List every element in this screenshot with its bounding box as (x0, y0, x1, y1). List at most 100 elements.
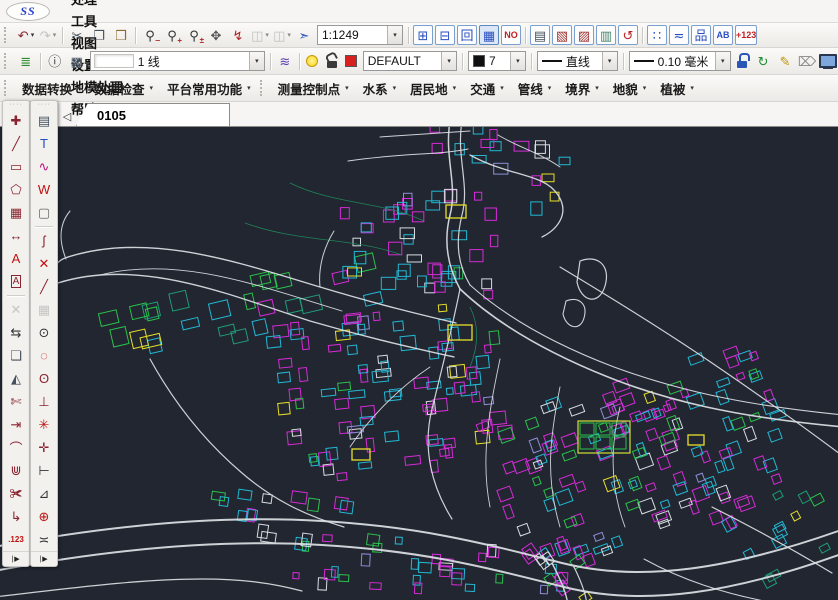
plot-point-button[interactable]: ✚ (3, 109, 29, 132)
dropdown-caret-icon[interactable]: ▾ (441, 52, 456, 70)
info-button[interactable]: ⓘ (45, 51, 65, 71)
w-symbol-button[interactable]: W (31, 178, 57, 201)
toolbar-handle[interactable]: ···· (31, 102, 57, 109)
layer-manager-button[interactable]: ≋ (275, 51, 295, 71)
draw-rect-button[interactable]: ▭ (3, 155, 29, 178)
dropdown-caret-icon[interactable]: ▾ (602, 52, 617, 70)
paste-button[interactable]: ❒ (111, 25, 131, 45)
smooth-line-button[interactable]: ≂ (669, 25, 689, 45)
arc-edit-button[interactable]: ⌒ (3, 436, 29, 459)
angle-dim-button[interactable]: ⊿ (31, 482, 57, 505)
grid-toggle-button[interactable]: ▦ (479, 25, 499, 45)
toolbar-handle[interactable] (4, 27, 13, 43)
dashed-rect-button[interactable]: ▢ (31, 201, 57, 224)
menu-residential[interactable]: 居民地▾ (403, 77, 463, 99)
number-annotate-button[interactable]: +123 (735, 25, 757, 45)
dashed-circle-button[interactable]: ◌ (31, 344, 57, 367)
draw-polygon-button[interactable]: ⬠ (3, 178, 29, 201)
polyline-edit-button[interactable]: ⋓ (3, 459, 29, 482)
clip-box-button[interactable]: ✀ (3, 482, 29, 505)
zoom-extents-button[interactable]: ⊞ (413, 25, 433, 45)
measure-distance-button[interactable]: ↔ (3, 224, 29, 247)
number-list-button[interactable]: .123 (3, 528, 29, 551)
toolbar-handle[interactable]: ···· (3, 102, 29, 109)
dropdown-caret-icon[interactable]: ▾ (249, 52, 264, 70)
code-combo[interactable]: 1 线▾ (90, 51, 265, 71)
menu-vegetation[interactable]: 植被▾ (653, 77, 701, 99)
zoom-out-button[interactable]: ⚲‒ (140, 25, 160, 45)
fly-zoom-button[interactable]: ➣ (294, 25, 314, 45)
toolbar-handle[interactable] (4, 53, 13, 69)
lineweight-combo[interactable]: 0.10 毫米▾ (629, 51, 731, 71)
text-tool-button[interactable]: T (31, 132, 57, 155)
layer-unlock-toggle[interactable] (323, 51, 340, 71)
align-dim-button[interactable]: ≍ (31, 528, 57, 551)
extend-button[interactable]: ⇥ (3, 413, 29, 436)
circle-center-button[interactable]: ⊙ (31, 321, 57, 344)
block-group-button[interactable]: 品 (691, 25, 711, 45)
edit-attributes-button[interactable]: ✎ (775, 51, 795, 71)
node-line-button[interactable]: ╱ (31, 275, 57, 298)
squiggle-button[interactable]: ∿ (31, 155, 57, 178)
menu-boundary[interactable]: 境界▾ (558, 77, 606, 99)
break-node-button[interactable]: ✕ (31, 252, 57, 275)
hatch-button[interactable]: ▦ (3, 201, 29, 224)
lock-layer-button[interactable] (734, 51, 751, 71)
move-button[interactable]: ⇆ (3, 321, 29, 344)
trim-button[interactable]: ✄ (3, 390, 29, 413)
copy-object-button[interactable]: ❏ (3, 344, 29, 367)
layer-combo[interactable]: DEFAULT▾ (363, 51, 457, 71)
node-curve-button[interactable]: ʃ (31, 229, 57, 252)
clean-button[interactable]: ⌦ (797, 51, 817, 71)
no-toggle-button[interactable]: NO (501, 25, 521, 45)
mirror-button[interactable]: ◭ (3, 367, 29, 390)
text-style-button[interactable]: AB (713, 25, 733, 45)
tab-back-icon[interactable]: ◁ (58, 110, 76, 126)
slope-tool-button[interactable]: ▨ (574, 25, 594, 45)
symbol-preview-button[interactable]: ▩ (67, 51, 87, 71)
dropdown-caret-icon[interactable]: ▾ (387, 26, 402, 44)
cut-button[interactable]: ✂ (67, 25, 87, 45)
color-combo[interactable]: 7▾ (468, 51, 526, 71)
notebook-button[interactable]: ▤ (31, 109, 57, 132)
menu-platform-functions[interactable]: 平台常用功能▾ (160, 77, 258, 99)
layer-color-swatch[interactable] (342, 51, 359, 71)
entity-list-button[interactable]: ≣ (16, 51, 36, 71)
linetype-combo[interactable]: 直线▾ (537, 51, 618, 71)
profile-tool-button[interactable]: ▤ (530, 25, 550, 45)
toolbar-expand-button[interactable]: |▶ (31, 551, 57, 565)
dropdown-caret-icon[interactable]: ▾ (510, 52, 525, 70)
window-frame-button[interactable]: 回 (457, 25, 477, 45)
toolbar-expand-button[interactable]: |▶ (3, 551, 29, 565)
star-point-button[interactable]: ✳ (31, 413, 57, 436)
zoom-scale-button[interactable]: ⚲± (184, 25, 204, 45)
text-button[interactable]: A (3, 247, 29, 270)
draw-line-button[interactable]: ╱ (3, 132, 29, 155)
undo-button[interactable]: ↶▾ (16, 25, 36, 45)
tab-0105[interactable]: 0105 (76, 103, 230, 126)
refresh-button[interactable]: ↻ (753, 51, 773, 71)
drawing-canvas[interactable] (0, 127, 838, 600)
text-edit-button[interactable]: A (3, 270, 29, 293)
menu-data-check[interactable]: 数据检查▾ (88, 77, 161, 99)
dropdown-caret-icon[interactable]: ▾ (715, 52, 730, 70)
toolbar-handle[interactable] (4, 80, 13, 96)
menu-data-convert[interactable]: 数据转换▾ (15, 77, 88, 99)
cross-node-button[interactable]: ✛ (31, 436, 57, 459)
point-style-button[interactable]: ∷ (647, 25, 667, 45)
pan-button[interactable]: ✥ (206, 25, 226, 45)
loop-tool-button[interactable]: ↺ (618, 25, 638, 45)
menu-landform[interactable]: 地貌▾ (606, 77, 654, 99)
zoom-in-button[interactable]: ⚲+ (162, 25, 182, 45)
menu-water[interactable]: 水系▾ (356, 77, 404, 99)
perpendicular-button[interactable]: ⊥ (31, 390, 57, 413)
target-button[interactable]: ⊕ (31, 505, 57, 528)
copy-button[interactable]: ❐ (89, 25, 109, 45)
toolbar-handle[interactable] (260, 80, 269, 96)
dimension-button[interactable]: ⊢ (31, 459, 57, 482)
zoom-object-button[interactable]: ⊟ (435, 25, 455, 45)
contour-tool-button[interactable]: ▥ (596, 25, 616, 45)
section-tool-button[interactable]: ▧ (552, 25, 572, 45)
layer-on-toggle[interactable] (304, 51, 321, 71)
lasso-circle-button[interactable]: ʘ (31, 367, 57, 390)
